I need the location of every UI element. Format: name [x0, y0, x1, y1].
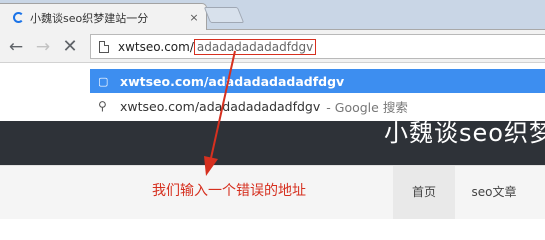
page-icon [99, 40, 109, 53]
omnibox-dropdown: ▢ xwtseo.com/adadadadadadfdgv ⚲ xwtseo.c… [0, 63, 545, 121]
browser-tab[interactable]: 小魏谈seo织梦建站一分 × [0, 3, 207, 31]
tab-title: 小魏谈seo织梦建站一分 [30, 11, 149, 25]
stop-button[interactable]: ✕ [60, 37, 80, 57]
url-selected-text: adadadadadadfdgv [193, 38, 317, 55]
browser-toolbar: ← → ✕ xwtseo.com/adadadadadadfdgv [0, 30, 545, 63]
suggestion-text: xwtseo.com/adadadadadadfdgv [120, 73, 345, 89]
site-header: 小魏谈seo织梦 [0, 121, 545, 165]
annotation-text: 我们输入一个错误的地址 [152, 183, 306, 199]
search-icon: ⚲ [98, 99, 107, 113]
url-host: xwtseo.com/ [118, 39, 194, 54]
page-icon: ▢ [98, 74, 109, 88]
back-button[interactable]: ← [6, 37, 26, 57]
nav-item-home[interactable]: 首页 [393, 166, 455, 219]
new-tab-button[interactable] [203, 7, 245, 23]
tab-close-icon[interactable]: × [186, 11, 202, 24]
address-bar[interactable]: xwtseo.com/adadadadadadfdgv [90, 34, 545, 59]
suggestion-suffix: - Google 搜索 [326, 99, 408, 115]
tab-strip: 小魏谈seo织梦建站一分 × [0, 0, 545, 31]
forward-button[interactable]: → [33, 37, 53, 57]
nav-item-seo-articles[interactable]: seo文章 [458, 166, 530, 219]
loading-icon [13, 12, 24, 23]
suggestion-item-url[interactable]: ▢ xwtseo.com/adadadadadadfdgv [90, 69, 545, 93]
site-title[interactable]: 小魏谈seo织梦 [384, 121, 545, 148]
suggestion-text: xwtseo.com/adadadadadadfdgv [120, 98, 321, 114]
suggestion-item-search[interactable]: ⚲ xwtseo.com/adadadadadadfdgv - Google 搜… [90, 94, 545, 118]
